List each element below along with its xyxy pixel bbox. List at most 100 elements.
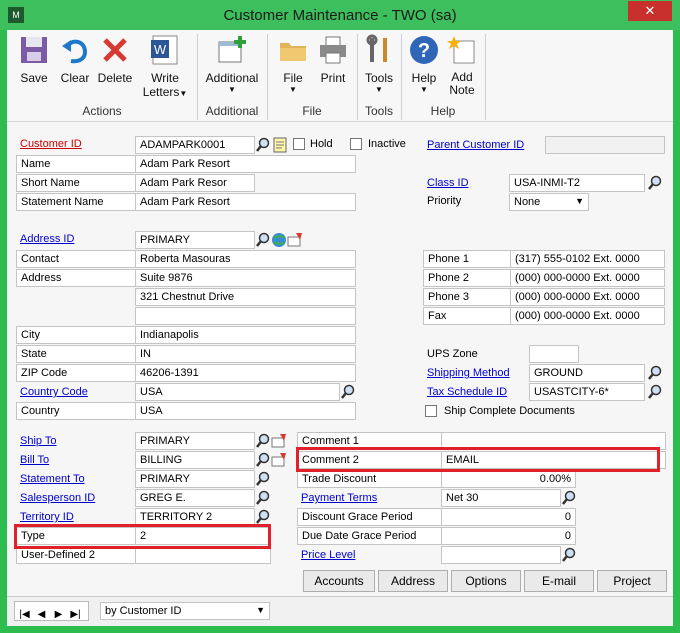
close-button[interactable]: ✕ [628, 1, 672, 21]
last-record-icon[interactable]: ▶| [69, 608, 82, 622]
title-bar: M Customer Maintenance - TWO (sa) ✕ [0, 0, 680, 30]
tools-icon [366, 34, 387, 62]
bill-to-link[interactable]: Bill To [20, 454, 49, 466]
shipping-method-field[interactable]: GROUND [529, 364, 645, 382]
globe-icon[interactable] [271, 232, 287, 248]
salesperson-id-link[interactable]: Salesperson ID [20, 492, 95, 504]
options-button[interactable]: Options [451, 570, 521, 592]
city-field[interactable]: Indianapolis [135, 326, 356, 344]
tax-schedule-id-field[interactable]: USASTCITY-6* [529, 383, 645, 401]
next-record-icon[interactable]: ▶ [52, 608, 65, 622]
country-label: Country [16, 402, 136, 420]
help-button[interactable]: ? Help ▼ [405, 34, 443, 104]
country-code-link[interactable]: Country Code [20, 386, 88, 398]
help-label: Help [411, 71, 437, 85]
lookup-magnifier-icon[interactable] [255, 509, 271, 525]
file-button[interactable]: File ▼ [273, 34, 313, 104]
first-record-icon[interactable]: |◀ [18, 608, 31, 622]
tax-schedule-id-link[interactable]: Tax Schedule ID [427, 386, 507, 398]
tools-button[interactable]: Tools ▼ [359, 34, 399, 104]
ship-complete-checkbox[interactable] [425, 405, 437, 417]
price-level-link[interactable]: Price Level [301, 549, 355, 561]
customer-id-label[interactable]: Customer ID [20, 138, 82, 150]
phone1-label: Phone 1 [423, 250, 511, 268]
send-email-icon[interactable] [287, 232, 303, 248]
lookup-magnifier-icon[interactable] [255, 232, 271, 248]
salesperson-id-field[interactable]: GREG E. [135, 489, 255, 507]
state-field[interactable]: IN [135, 345, 356, 363]
note-star-icon [447, 36, 475, 64]
lookup-magnifier-icon[interactable] [561, 547, 577, 563]
write-letters-button[interactable]: W Write Letters▼ [139, 34, 191, 104]
contact-field[interactable]: Roberta Masouras [135, 250, 356, 268]
lookup-magnifier-icon[interactable] [647, 365, 663, 381]
phone2-field[interactable]: (000) 000-0000 Ext. 0000 [510, 269, 665, 287]
territory-id-link[interactable]: Territory ID [20, 511, 74, 523]
statement-to-link[interactable]: Statement To [20, 473, 85, 485]
lookup-magnifier-icon[interactable] [255, 471, 271, 487]
lookup-magnifier-icon[interactable] [255, 433, 271, 449]
country-code-field[interactable]: USA [135, 383, 340, 401]
lookup-magnifier-icon[interactable] [255, 452, 271, 468]
group-actions-label: Actions [82, 104, 122, 118]
hold-checkbox[interactable] [293, 138, 305, 150]
add-note-button[interactable]: Add Note [443, 34, 481, 104]
print-button[interactable]: Print [313, 34, 353, 104]
statement-name-field[interactable]: Adam Park Resort [135, 193, 356, 211]
shipping-method-link[interactable]: Shipping Method [427, 367, 510, 379]
send-email-icon[interactable] [271, 433, 287, 449]
ship-to-link[interactable]: Ship To [20, 435, 57, 447]
accounts-button[interactable]: Accounts [303, 570, 375, 592]
phone3-field[interactable]: (000) 000-0000 Ext. 0000 [510, 288, 665, 306]
parent-customer-id-link[interactable]: Parent Customer ID [427, 139, 524, 151]
fax-field[interactable]: (000) 000-0000 Ext. 0000 [510, 307, 665, 325]
lookup-magnifier-icon[interactable] [255, 490, 271, 506]
payment-terms-field[interactable]: Net 30 [441, 489, 561, 507]
delete-button[interactable]: Delete [93, 34, 137, 104]
project-button[interactable]: Project [597, 570, 667, 592]
additional-button[interactable]: Additional ▼ [199, 34, 265, 104]
send-email-icon[interactable] [271, 452, 287, 468]
customer-id-field[interactable]: ADAMPARK0001 [135, 136, 255, 154]
priority-select[interactable]: None ▼ [509, 193, 589, 211]
sort-order-select[interactable]: by Customer ID ▼ [100, 602, 270, 620]
price-level-field[interactable] [441, 546, 561, 564]
address-id-field[interactable]: PRIMARY [135, 231, 255, 249]
statement-to-field[interactable]: PRIMARY [135, 470, 255, 488]
save-button[interactable]: Save [11, 34, 57, 104]
lookup-magnifier-icon[interactable] [340, 384, 356, 400]
name-label: Name [16, 155, 136, 173]
bill-to-field[interactable]: BILLING [135, 451, 255, 469]
email-button[interactable]: E-mail [524, 570, 594, 592]
fax-label: Fax [423, 307, 511, 325]
lookup-magnifier-icon[interactable] [561, 490, 577, 506]
payment-terms-link[interactable]: Payment Terms [301, 492, 377, 504]
ups-zone-field[interactable] [529, 345, 579, 363]
previous-record-icon[interactable]: ◀ [35, 608, 48, 622]
zip-code-field[interactable]: 46206-1391 [135, 364, 356, 382]
additional-label: Additional [205, 71, 259, 85]
short-name-field[interactable]: Adam Park Resor [135, 174, 255, 192]
address-id-link[interactable]: Address ID [20, 233, 74, 245]
note-icon[interactable] [272, 137, 288, 153]
clear-button[interactable]: Clear [55, 34, 95, 104]
address-button[interactable]: Address [378, 570, 448, 592]
add-note-label: Add Note [449, 70, 475, 97]
lookup-magnifier-icon[interactable] [255, 137, 271, 153]
lookup-magnifier-icon[interactable] [647, 175, 663, 191]
address-line1-field[interactable]: Suite 9876 [135, 269, 356, 287]
name-field[interactable]: Adam Park Resort [135, 155, 356, 173]
due-date-grace-field[interactable]: 0 [441, 527, 576, 545]
class-id-field[interactable]: USA-INMI-T2 [509, 174, 645, 192]
trade-discount-field[interactable]: 0.00% [441, 470, 576, 488]
discount-grace-label: Discount Grace Period [297, 508, 442, 526]
country-field[interactable]: USA [135, 402, 356, 420]
discount-grace-field[interactable]: 0 [441, 508, 576, 526]
ship-to-field[interactable]: PRIMARY [135, 432, 255, 450]
address-line2-field[interactable]: 321 Chestnut Drive [135, 288, 356, 306]
address-line3-field[interactable] [135, 307, 356, 325]
class-id-link[interactable]: Class ID [427, 177, 469, 189]
inactive-checkbox[interactable] [350, 138, 362, 150]
phone1-field[interactable]: (317) 555-0102 Ext. 0000 [510, 250, 665, 268]
lookup-magnifier-icon[interactable] [647, 384, 663, 400]
